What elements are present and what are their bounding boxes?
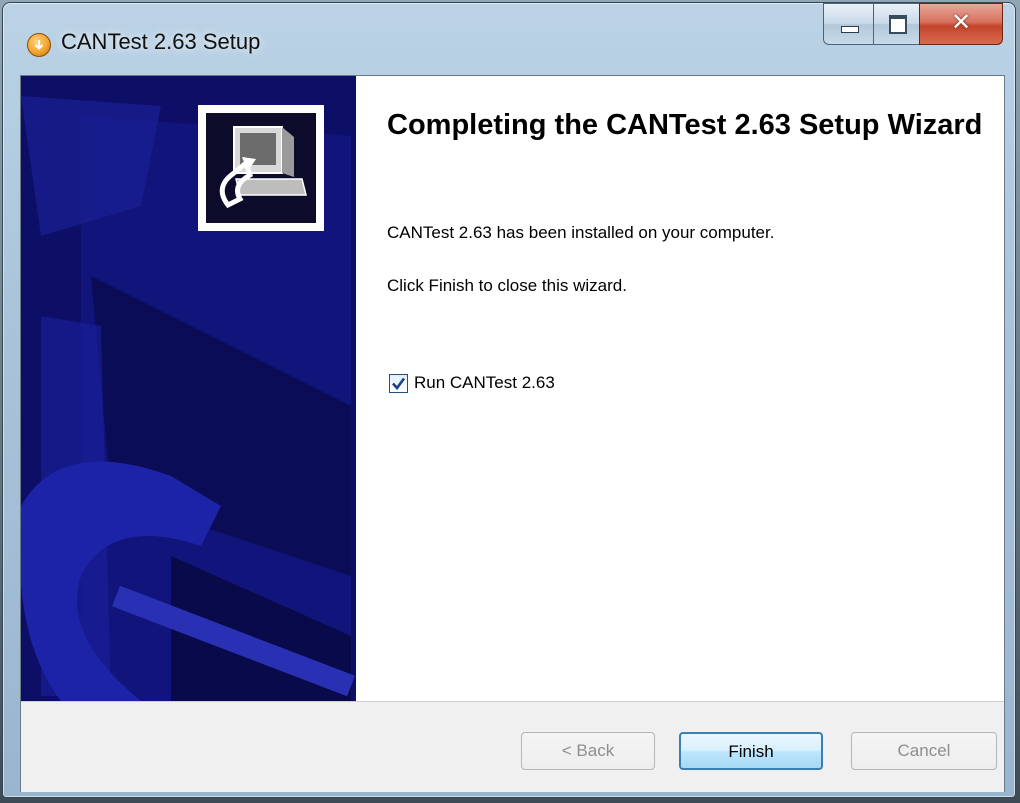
run-app-checkbox[interactable] xyxy=(389,374,408,393)
close-icon: ✕ xyxy=(950,8,972,36)
checkmark-icon xyxy=(392,377,406,391)
installer-app-icon[interactable] xyxy=(27,33,51,57)
wizard-footer: < Back Finish Cancel xyxy=(21,701,1004,792)
installer-logo xyxy=(198,105,324,231)
minimize-icon xyxy=(841,26,859,33)
wizard-main-panel: Completing the CANTest 2.63 Setup Wizard… xyxy=(356,76,1004,701)
window-title: CANTest 2.63 Setup xyxy=(61,29,261,54)
instruction-message: Click Finish to close this wizard. xyxy=(387,276,627,295)
cancel-button[interactable]: Cancel xyxy=(851,732,997,770)
wizard-heading: Completing the CANTest 2.63 Setup Wizard xyxy=(387,109,983,141)
setup-window: CANTest 2.63 Setup ✕ Completing the CANT… xyxy=(2,2,1016,798)
wizard-sidebar-banner xyxy=(21,76,356,701)
title-bar[interactable]: CANTest 2.63 Setup ✕ xyxy=(3,3,1015,75)
close-button[interactable]: ✕ xyxy=(919,3,1003,45)
back-button[interactable]: < Back xyxy=(521,732,655,770)
maximize-button[interactable] xyxy=(873,3,921,45)
caption-buttons: ✕ xyxy=(823,3,1003,47)
installed-message: CANTest 2.63 has been installed on your … xyxy=(387,223,775,242)
maximize-icon xyxy=(889,15,907,34)
minimize-button[interactable] xyxy=(823,3,875,45)
wizard-content: Completing the CANTest 2.63 Setup Wizard… xyxy=(20,75,1005,792)
finish-button[interactable]: Finish xyxy=(679,732,823,770)
run-app-label[interactable]: Run CANTest 2.63 xyxy=(414,373,555,393)
